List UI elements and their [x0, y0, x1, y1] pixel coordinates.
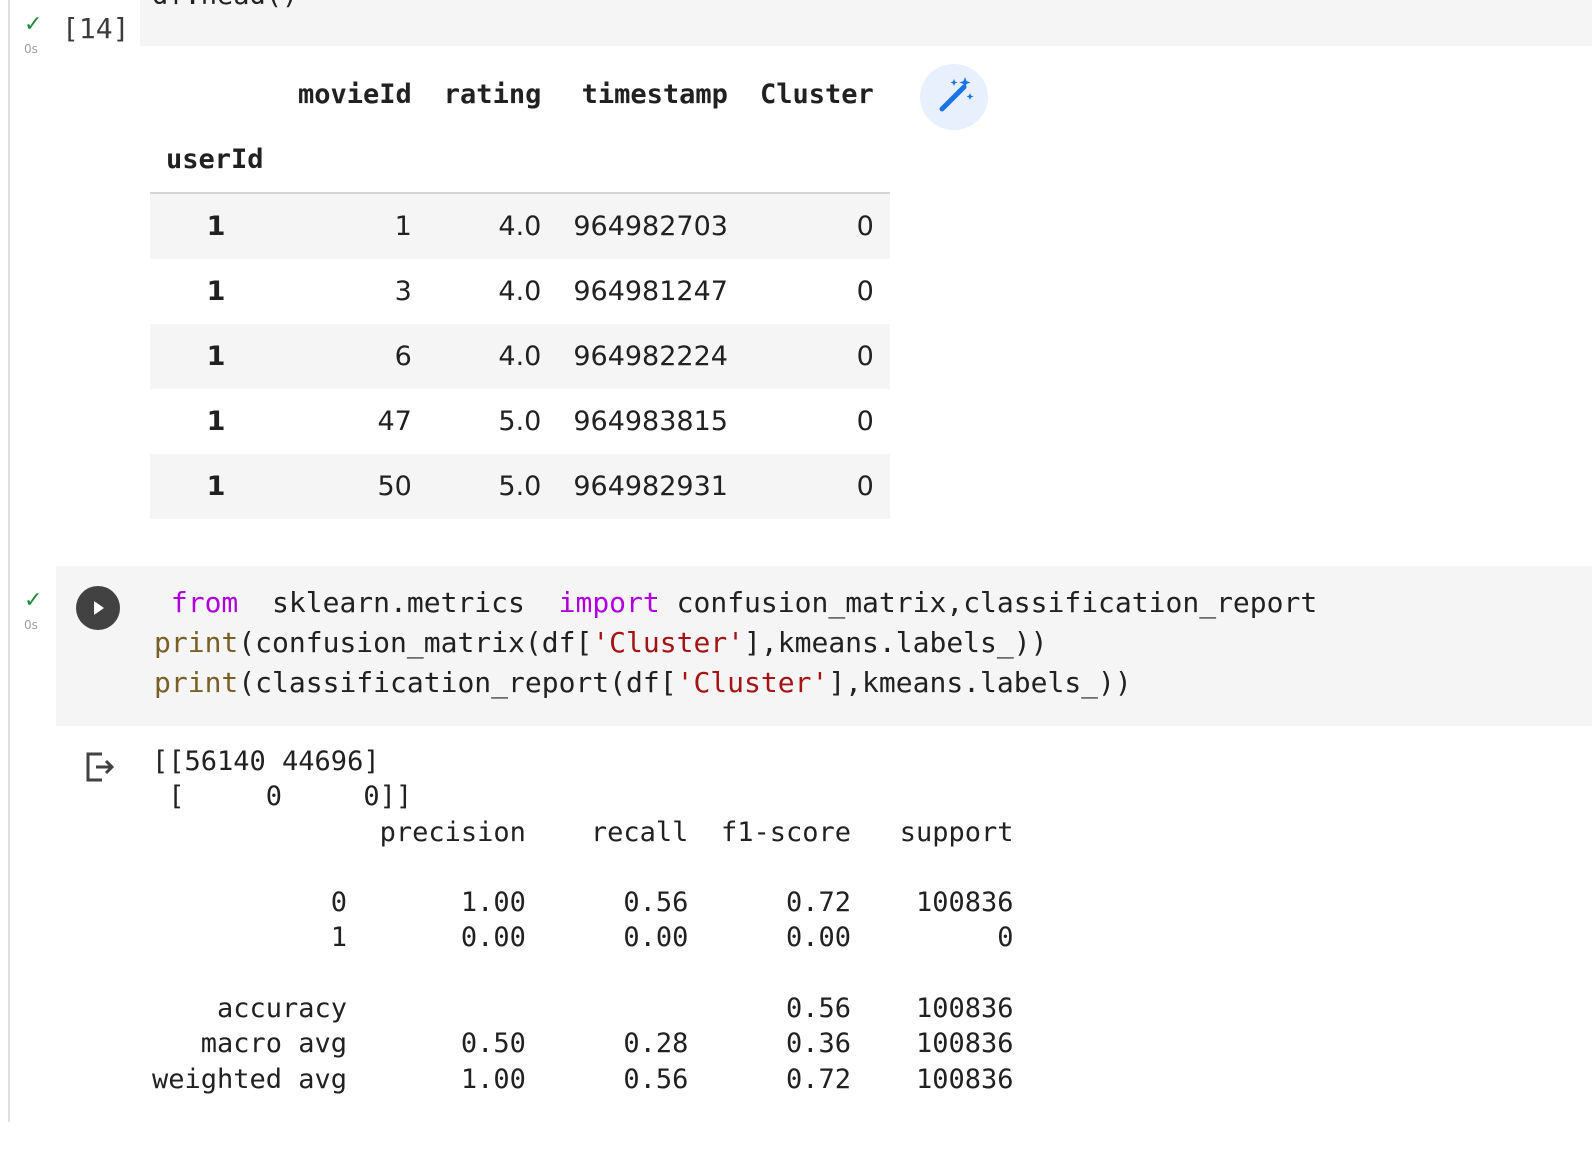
run-cell-button[interactable] — [76, 586, 120, 630]
table-cell: 964983815 — [573, 406, 728, 437]
table-row: 1 47 5.0 964983815 0 — [150, 389, 890, 454]
table-cell: 964981247 — [573, 276, 728, 307]
keyword: from — [170, 586, 239, 619]
table-cell: 964982931 — [557, 454, 744, 519]
index-cell: 1 — [150, 454, 282, 519]
table-cell: 6 — [282, 324, 428, 389]
index-header-row: userId — [150, 126, 890, 194]
cell-duration: 0s — [24, 42, 38, 56]
play-icon — [94, 601, 104, 615]
corner-header — [150, 62, 282, 126]
table-cell: 47 — [377, 406, 412, 437]
function-name: print — [154, 666, 239, 699]
check-icon: ✓ — [24, 588, 43, 613]
table-cell: 0 — [743, 454, 890, 519]
table-cell: 4.0 — [427, 324, 558, 389]
module-name: sklearn.metrics — [272, 586, 525, 619]
column-header-row: movieId rating timestamp Cluster — [150, 62, 890, 126]
table-row: 1 50 5.0 964982931 0 — [150, 454, 890, 519]
table-cell: 5.0 — [427, 454, 558, 519]
table-cell: 3 — [394, 276, 412, 307]
table-row: 1 6 4.0 964982224 0 — [150, 324, 890, 389]
execution-count: [14] — [62, 12, 130, 45]
column-header: Cluster — [759, 78, 874, 110]
table-cell: 0 — [856, 276, 874, 307]
table-row: 1 1 4.0 964982703 0 — [150, 193, 890, 259]
table-cell: 5.0 — [498, 406, 542, 437]
check-icon: ✓ — [24, 12, 43, 37]
string-literal: 'Cluster' — [676, 666, 829, 699]
index-cell: 1 — [150, 193, 282, 259]
function-name: print — [154, 626, 239, 659]
cell-duration: 0s — [24, 618, 38, 632]
index-cell: 1 — [206, 276, 226, 307]
code-text: ],kmeans.labels_)) — [744, 626, 1048, 659]
prev-code-cell[interactable] — [140, 0, 1592, 46]
index-cell: 1 — [206, 406, 226, 437]
import-names: confusion_matrix,classification_report — [676, 586, 1318, 619]
table-cell: 0 — [743, 193, 890, 259]
column-header: movieId — [298, 78, 412, 110]
output-icon — [86, 752, 115, 782]
code-text: ],kmeans.labels_)) — [828, 666, 1132, 699]
table-cell: 0 — [856, 406, 874, 437]
notebook-gutter-rule — [8, 0, 10, 1122]
column-header: rating — [443, 78, 542, 110]
magic-wand-icon — [939, 77, 974, 112]
table-cell: 50 — [282, 454, 428, 519]
cell-output-text: [[56140 44696] [ 0 0]] precision recall … — [152, 746, 1014, 1095]
string-literal: 'Cluster' — [592, 626, 745, 659]
code-line[interactable]: from sklearn.metrics import confusion_ma… — [154, 586, 1317, 619]
column-header: timestamp — [581, 78, 728, 110]
table-cell: 1 — [282, 193, 428, 259]
table-row: 1 3 4.0 964981247 0 — [150, 259, 890, 324]
table-cell: 964982703 — [557, 193, 744, 259]
code-line[interactable]: print(confusion_matrix(df['Cluster'],kme… — [154, 626, 1047, 659]
table-cell: 4.0 — [427, 193, 558, 259]
output-menu-button[interactable] — [84, 750, 118, 788]
table-cell: 964982224 — [557, 324, 744, 389]
prev-cell-code[interactable]: df.head() — [152, 0, 298, 11]
code-line[interactable]: print(classification_report(df['Cluster'… — [154, 666, 1132, 699]
index-name: userId — [150, 126, 282, 194]
code-text: (classification_report(df[ — [238, 666, 677, 699]
dataframe-table: movieId rating timestamp Cluster userId … — [150, 62, 890, 519]
code-text: (confusion_matrix(df[ — [238, 626, 593, 659]
table-cell: 0 — [743, 324, 890, 389]
index-cell: 1 — [150, 324, 282, 389]
table-cell: 4.0 — [498, 276, 542, 307]
suggest-chart-button[interactable] — [920, 64, 988, 130]
keyword: import — [558, 586, 660, 619]
